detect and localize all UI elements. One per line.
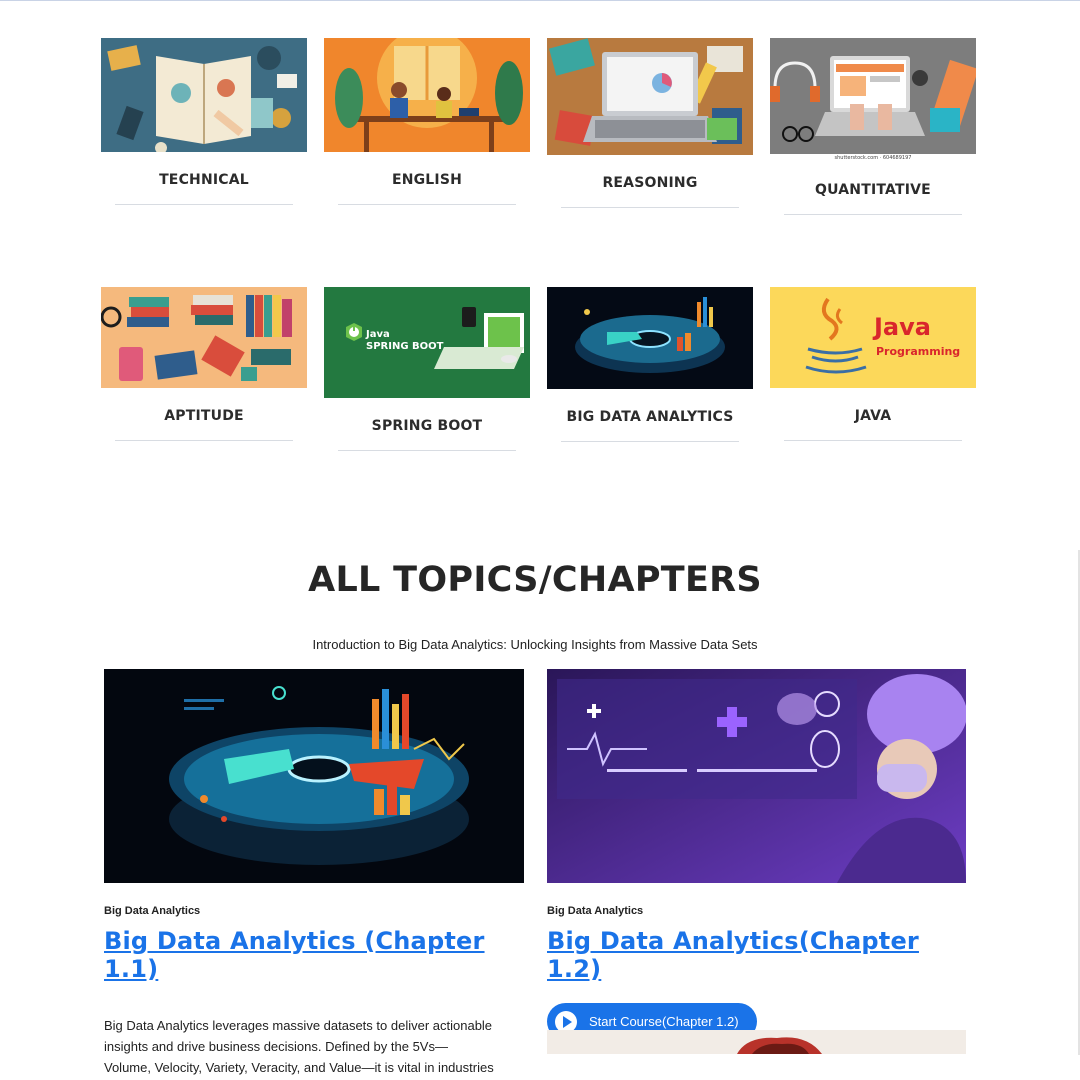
category-label: TECHNICAL <box>159 172 249 188</box>
category-divider <box>338 450 516 451</box>
category-label: APTITUDE <box>164 408 244 424</box>
course-card-1: Big Data Analytics Big Data Analytics (C… <box>104 669 524 1080</box>
category-card-reasoning[interactable]: REASONING <box>547 38 753 208</box>
category-label: BIG DATA ANALYTICS <box>566 409 734 425</box>
english-image <box>324 38 530 152</box>
category-card-technical[interactable]: TECHNICAL <box>101 38 307 205</box>
category-card-big-data-analytics[interactable]: BIG DATA ANALYTICS <box>547 287 753 442</box>
course-title-link[interactable]: Big Data Analytics(Chapter 1.2) <box>547 927 967 983</box>
next-course-image-peek <box>547 1030 966 1054</box>
java-sub-text: Programming <box>876 345 960 358</box>
course-category: Big Data Analytics <box>547 905 644 917</box>
category-divider <box>561 207 739 208</box>
spring-java-text: Java <box>365 329 390 340</box>
section-title: ALL TOPICS/CHAPTERS <box>308 560 762 600</box>
top-divider <box>0 0 1080 1</box>
java-title-text: Java <box>872 313 931 341</box>
category-label: ENGLISH <box>391 172 463 188</box>
category-label: JAVA <box>854 408 892 424</box>
category-card-aptitude[interactable]: APTITUDE <box>101 287 307 441</box>
course-card-2: Big Data Analytics Big Data Analytics(Ch… <box>547 669 967 1040</box>
course-title-link[interactable]: Big Data Analytics (Chapter 1.1) <box>104 927 524 983</box>
category-card-spring-boot[interactable]: Java SPRING BOOT SPRING BOOT <box>324 287 530 451</box>
category-card-quantitative[interactable]: shutterstock.com · 604689197 QUANTITATIV… <box>770 38 976 215</box>
category-divider <box>561 441 739 442</box>
course-image-2[interactable] <box>547 669 966 883</box>
category-label: SPRING BOOT <box>371 418 483 434</box>
course-category: Big Data Analytics <box>104 905 201 917</box>
course-description: Big Data Analytics leverages massive dat… <box>104 1018 494 1075</box>
section-subtitle: Introduction to Big Data Analytics: Unlo… <box>312 637 758 652</box>
technical-image <box>101 38 307 152</box>
reasoning-image <box>547 38 753 155</box>
category-divider <box>115 204 293 205</box>
category-label: REASONING <box>602 175 698 191</box>
big-data-image <box>547 287 753 389</box>
start-course-label: Start Course(Chapter 1.2) <box>589 1014 739 1029</box>
category-divider <box>115 440 293 441</box>
java-image: Java Programming <box>770 287 976 388</box>
course-image-1[interactable] <box>104 669 524 883</box>
spring-boot-image: Java SPRING BOOT <box>324 287 530 398</box>
quantitative-image: shutterstock.com · 604689197 <box>770 38 976 162</box>
category-divider <box>784 440 962 441</box>
category-divider <box>338 204 516 205</box>
category-label: QUANTITATIVE <box>815 182 931 198</box>
category-card-java[interactable]: Java Programming JAVA <box>770 287 976 441</box>
svg-text:shutterstock.com · 604689197: shutterstock.com · 604689197 <box>835 155 912 161</box>
category-divider <box>784 214 962 215</box>
aptitude-image <box>101 287 307 388</box>
category-card-english[interactable]: ENGLISH <box>324 38 530 205</box>
spring-boot-text: SPRING BOOT <box>366 341 444 352</box>
